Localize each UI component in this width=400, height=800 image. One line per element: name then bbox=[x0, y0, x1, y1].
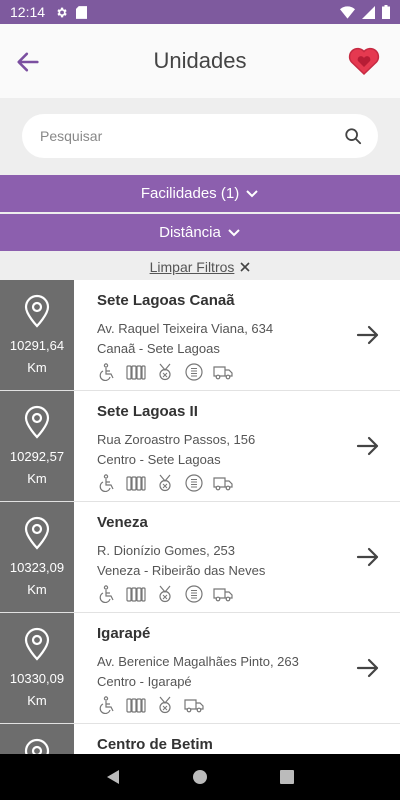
arrow-right-icon[interactable] bbox=[356, 546, 380, 568]
wheelchair-icon bbox=[97, 363, 117, 381]
unit-address-line1: Rua Zoroastro Passos, 156 bbox=[97, 432, 256, 447]
distance-unit: Km bbox=[27, 582, 47, 597]
location-pin-icon bbox=[23, 627, 51, 661]
medal-icon bbox=[155, 363, 175, 381]
distance-panel bbox=[0, 724, 74, 754]
distance-value: 10330,09 bbox=[9, 671, 65, 686]
close-icon bbox=[240, 261, 250, 272]
signal-icon bbox=[362, 5, 375, 19]
distancia-filter-button[interactable]: Distância bbox=[0, 214, 400, 251]
truck-icon bbox=[213, 474, 233, 492]
units-list[interactable]: 10291,64 Km Sete Lagoas Canaã Av. Raquel… bbox=[0, 280, 400, 754]
distance-unit: Km bbox=[27, 471, 47, 486]
arrow-right-icon[interactable] bbox=[356, 657, 380, 679]
wheelchair-icon bbox=[97, 585, 117, 603]
menu-circle-icon bbox=[184, 585, 204, 603]
truck-icon bbox=[184, 696, 204, 714]
location-pin-icon bbox=[23, 294, 51, 328]
distancia-filter-label: Distância bbox=[159, 224, 221, 241]
unit-row[interactable]: Centro de Betim bbox=[0, 724, 400, 754]
wheelchair-icon bbox=[97, 696, 117, 714]
distance-unit: Km bbox=[27, 360, 47, 375]
unit-name: Sete Lagoas II bbox=[97, 403, 198, 420]
app-bar: Unidades bbox=[0, 24, 400, 98]
chevron-down-icon bbox=[246, 189, 258, 197]
status-bar: 12:14 bbox=[0, 0, 400, 24]
unit-address-line2: Canaã - Sete Lagoas bbox=[97, 341, 220, 356]
wheelchair-icon bbox=[97, 474, 117, 492]
unit-name: Centro de Betim bbox=[97, 736, 213, 753]
battery-icon bbox=[382, 5, 390, 19]
distance-panel: 10291,64 Km bbox=[0, 280, 74, 390]
chevron-down-icon bbox=[228, 228, 240, 236]
radiator-icon bbox=[126, 474, 146, 492]
system-nav-bar bbox=[0, 754, 400, 800]
arrow-right-icon[interactable] bbox=[356, 324, 380, 346]
search-box[interactable] bbox=[22, 114, 378, 158]
clear-filters-label: Limpar Filtros bbox=[149, 258, 235, 275]
medal-icon bbox=[155, 585, 175, 603]
distance-panel: 10323,09 Km bbox=[0, 502, 74, 612]
search-input[interactable] bbox=[40, 128, 344, 144]
radiator-icon bbox=[126, 696, 146, 714]
unit-address-line2: Centro - Sete Lagoas bbox=[97, 452, 221, 467]
truck-icon bbox=[213, 363, 233, 381]
unit-row[interactable]: 10292,57 Km Sete Lagoas II Rua Zoroastro… bbox=[0, 391, 400, 502]
distance-value: 10323,09 bbox=[9, 560, 65, 575]
unit-address-line1: R. Dionízio Gomes, 253 bbox=[97, 543, 236, 558]
arrow-right-icon[interactable] bbox=[356, 435, 380, 457]
location-pin-icon bbox=[23, 738, 51, 754]
distance-panel: 10292,57 Km bbox=[0, 391, 74, 501]
unit-row[interactable]: 10323,09 Km Veneza R. Dionízio Gomes, 25… bbox=[0, 502, 400, 613]
unit-address-line1: Av. Raquel Teixeira Viana, 634 bbox=[97, 321, 274, 336]
unit-row[interactable]: 10330,09 Km Igarapé Av. Berenice Magalhã… bbox=[0, 613, 400, 724]
location-pin-icon bbox=[23, 405, 51, 439]
unit-address-line2: Centro - Igarapé bbox=[97, 674, 192, 689]
facilities-icons bbox=[97, 696, 400, 714]
unit-name: Veneza bbox=[97, 514, 148, 531]
unit-address-line1: Av. Berenice Magalhães Pinto, 263 bbox=[97, 654, 299, 669]
unit-row[interactable]: 10291,64 Km Sete Lagoas Canaã Av. Raquel… bbox=[0, 280, 400, 391]
favorites-heart-icon[interactable] bbox=[348, 46, 380, 76]
page-title: Unidades bbox=[153, 48, 247, 73]
distance-value: 10292,57 bbox=[9, 449, 65, 464]
facilities-icons bbox=[97, 363, 400, 381]
menu-circle-icon bbox=[184, 363, 204, 381]
radiator-icon bbox=[126, 363, 146, 381]
facilities-icons bbox=[97, 585, 400, 603]
nav-home-icon[interactable] bbox=[192, 769, 208, 785]
sd-card-icon bbox=[76, 5, 88, 19]
clear-filters-button[interactable]: Limpar Filtros bbox=[0, 253, 400, 280]
settings-gear-icon bbox=[57, 7, 67, 17]
facilidades-filter-button[interactable]: Facilidades (1) bbox=[0, 175, 400, 212]
truck-icon bbox=[213, 585, 233, 603]
unit-address-line2: Veneza - Ribeirão das Neves bbox=[97, 563, 266, 578]
back-arrow-icon[interactable] bbox=[14, 48, 42, 76]
menu-circle-icon bbox=[184, 474, 204, 492]
radiator-icon bbox=[126, 585, 146, 603]
location-pin-icon bbox=[23, 516, 51, 550]
unit-name: Sete Lagoas Canaã bbox=[97, 292, 235, 309]
search-area bbox=[0, 98, 400, 174]
facilities-icons bbox=[97, 474, 400, 492]
status-time: 12:14 bbox=[10, 4, 46, 20]
wifi-icon bbox=[340, 5, 355, 19]
nav-back-icon[interactable] bbox=[106, 769, 120, 785]
distance-value: 10291,64 bbox=[9, 338, 65, 353]
facilidades-filter-label: Facilidades (1) bbox=[140, 185, 240, 202]
medal-icon bbox=[155, 474, 175, 492]
search-icon[interactable] bbox=[344, 127, 362, 145]
medal-icon bbox=[155, 696, 175, 714]
distance-panel: 10330,09 Km bbox=[0, 613, 74, 723]
unit-name: Igarapé bbox=[97, 625, 151, 642]
nav-recents-icon[interactable] bbox=[280, 770, 294, 784]
distance-unit: Km bbox=[27, 693, 47, 708]
